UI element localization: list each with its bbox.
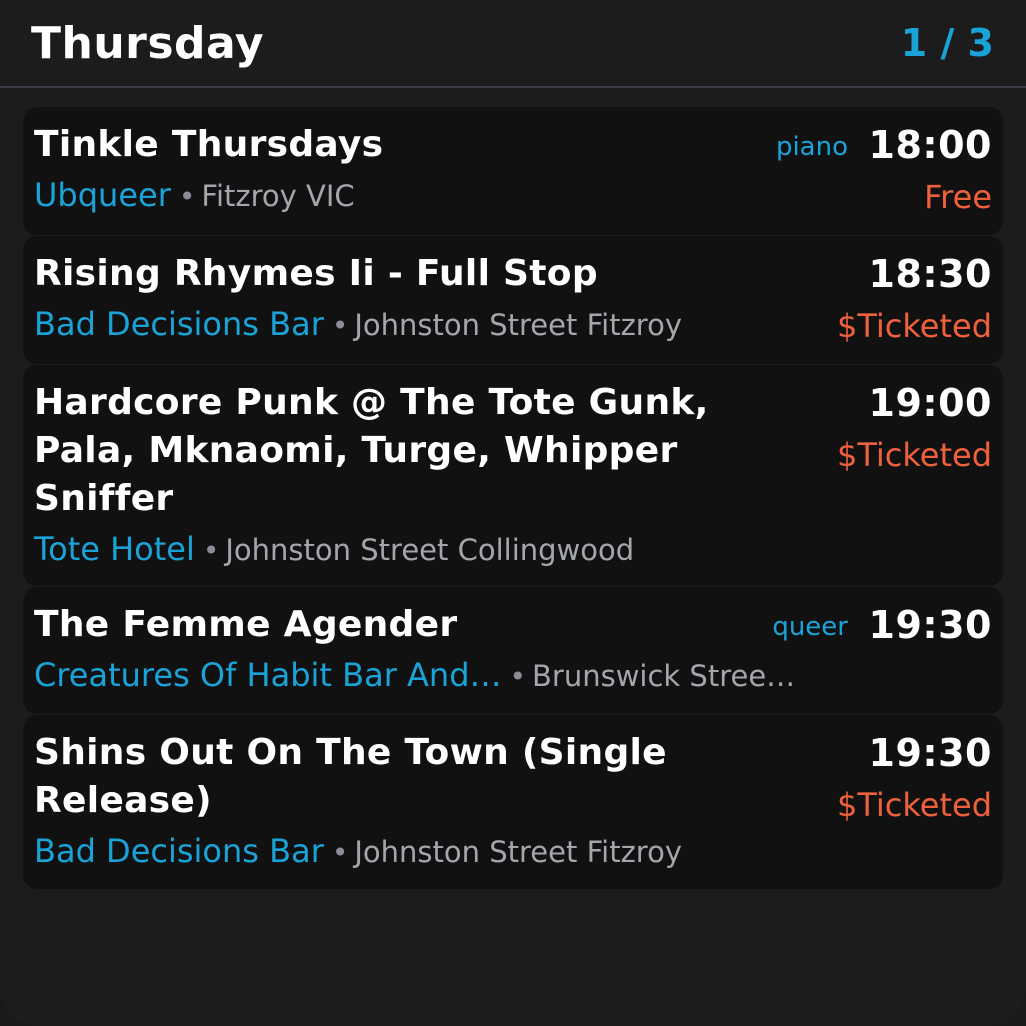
header: Thursday 1 / 3 — [0, 0, 1026, 88]
event-title-line: Release) — [34, 780, 212, 821]
separator-dot: • — [331, 836, 349, 869]
event-price: $Ticketed — [836, 786, 992, 824]
event-title-line: Pala, Mknaomi, Turge, Whipper — [34, 430, 678, 471]
separator-dot: • — [202, 534, 220, 567]
event-title-line: Tinkle Thursdays — [34, 124, 384, 165]
event-price: $Ticketed — [836, 307, 992, 345]
event-list: Tinkle Thursdays piano 18:00 Free Ubquee… — [23, 107, 1003, 890]
page-indicator: 1 / 3 — [900, 21, 994, 65]
event-time: 19:00 — [868, 381, 992, 425]
separator-dot: • — [178, 180, 196, 213]
event-time: 19:30 — [868, 731, 992, 775]
event-venue[interactable]: Bad Decisions Bar — [34, 832, 324, 870]
event-title-line: Shins Out On The Town (Single — [34, 732, 667, 773]
event-venue-line: Creatures Of Habit Bar And… • Brunswick St… — [34, 655, 795, 697]
event-location: Fitzroy VIC — [201, 179, 355, 213]
event-title-line: Sniffer — [34, 478, 174, 519]
event-title-line: The Femme Agender — [34, 604, 458, 645]
day-title: Thursday — [31, 17, 265, 69]
event-title: The Femme Agender — [34, 601, 457, 649]
event-location: Johnston Street Fitzroy — [354, 308, 682, 342]
event-venue[interactable]: Creatures Of Habit Bar And… — [34, 656, 502, 694]
event-venue[interactable]: Bad Decisions Bar — [34, 305, 324, 343]
event-venue-line: Bad Decisions Bar • Johnston Street Fitzro… — [34, 831, 682, 873]
separator-dot: • — [509, 660, 527, 693]
app-frame: Thursday 1 / 3 Tinkle Thursdays piano 18… — [0, 0, 1026, 1026]
event-price: $Ticketed — [836, 436, 992, 474]
event-card[interactable]: Rising Rhymes Ii - Full Stop 18:30 $Tick… — [23, 236, 1003, 364]
event-price: Free — [924, 178, 992, 216]
event-tag: queer — [772, 612, 848, 642]
event-title: Hardcore Punk @ The Tote Gunk, Pala, Mkn… — [34, 379, 709, 523]
event-title: Tinkle Thursdays — [34, 121, 383, 169]
event-location: Brunswick Stree… — [532, 659, 796, 693]
event-tag: piano — [775, 132, 848, 162]
event-title-line: Hardcore Punk @ The Tote Gunk, — [34, 382, 709, 423]
event-card[interactable]: Hardcore Punk @ The Tote Gunk, Pala, Mkn… — [23, 365, 1003, 586]
event-title-line: Rising Rhymes Ii - Full Stop — [34, 253, 598, 294]
event-venue[interactable]: Tote Hotel — [34, 530, 195, 568]
event-venue-line: Bad Decisions Bar • Johnston Street Fitzro… — [34, 304, 682, 346]
event-time: 18:30 — [868, 252, 992, 296]
event-venue[interactable]: Ubqueer — [34, 176, 171, 214]
event-time: 19:30 — [868, 603, 992, 647]
event-card[interactable]: Shins Out On The Town (Single Release) 1… — [23, 715, 1003, 889]
event-venue-line: Tote Hotel • Johnston Street Collingwood — [34, 529, 634, 571]
event-location: Johnston Street Fitzroy — [354, 835, 682, 869]
event-title: Shins Out On The Town (Single Release) — [34, 729, 667, 825]
event-time: 18:00 — [868, 123, 992, 167]
event-card[interactable]: The Femme Agender queer 19:30 Creatures … — [23, 587, 1003, 714]
event-title: Rising Rhymes Ii - Full Stop — [34, 250, 598, 298]
event-venue-line: Ubqueer • Fitzroy VIC — [34, 175, 355, 217]
event-location: Johnston Street Collingwood — [225, 533, 635, 567]
separator-dot: • — [331, 309, 349, 342]
event-card[interactable]: Tinkle Thursdays piano 18:00 Free Ubquee… — [23, 107, 1003, 235]
